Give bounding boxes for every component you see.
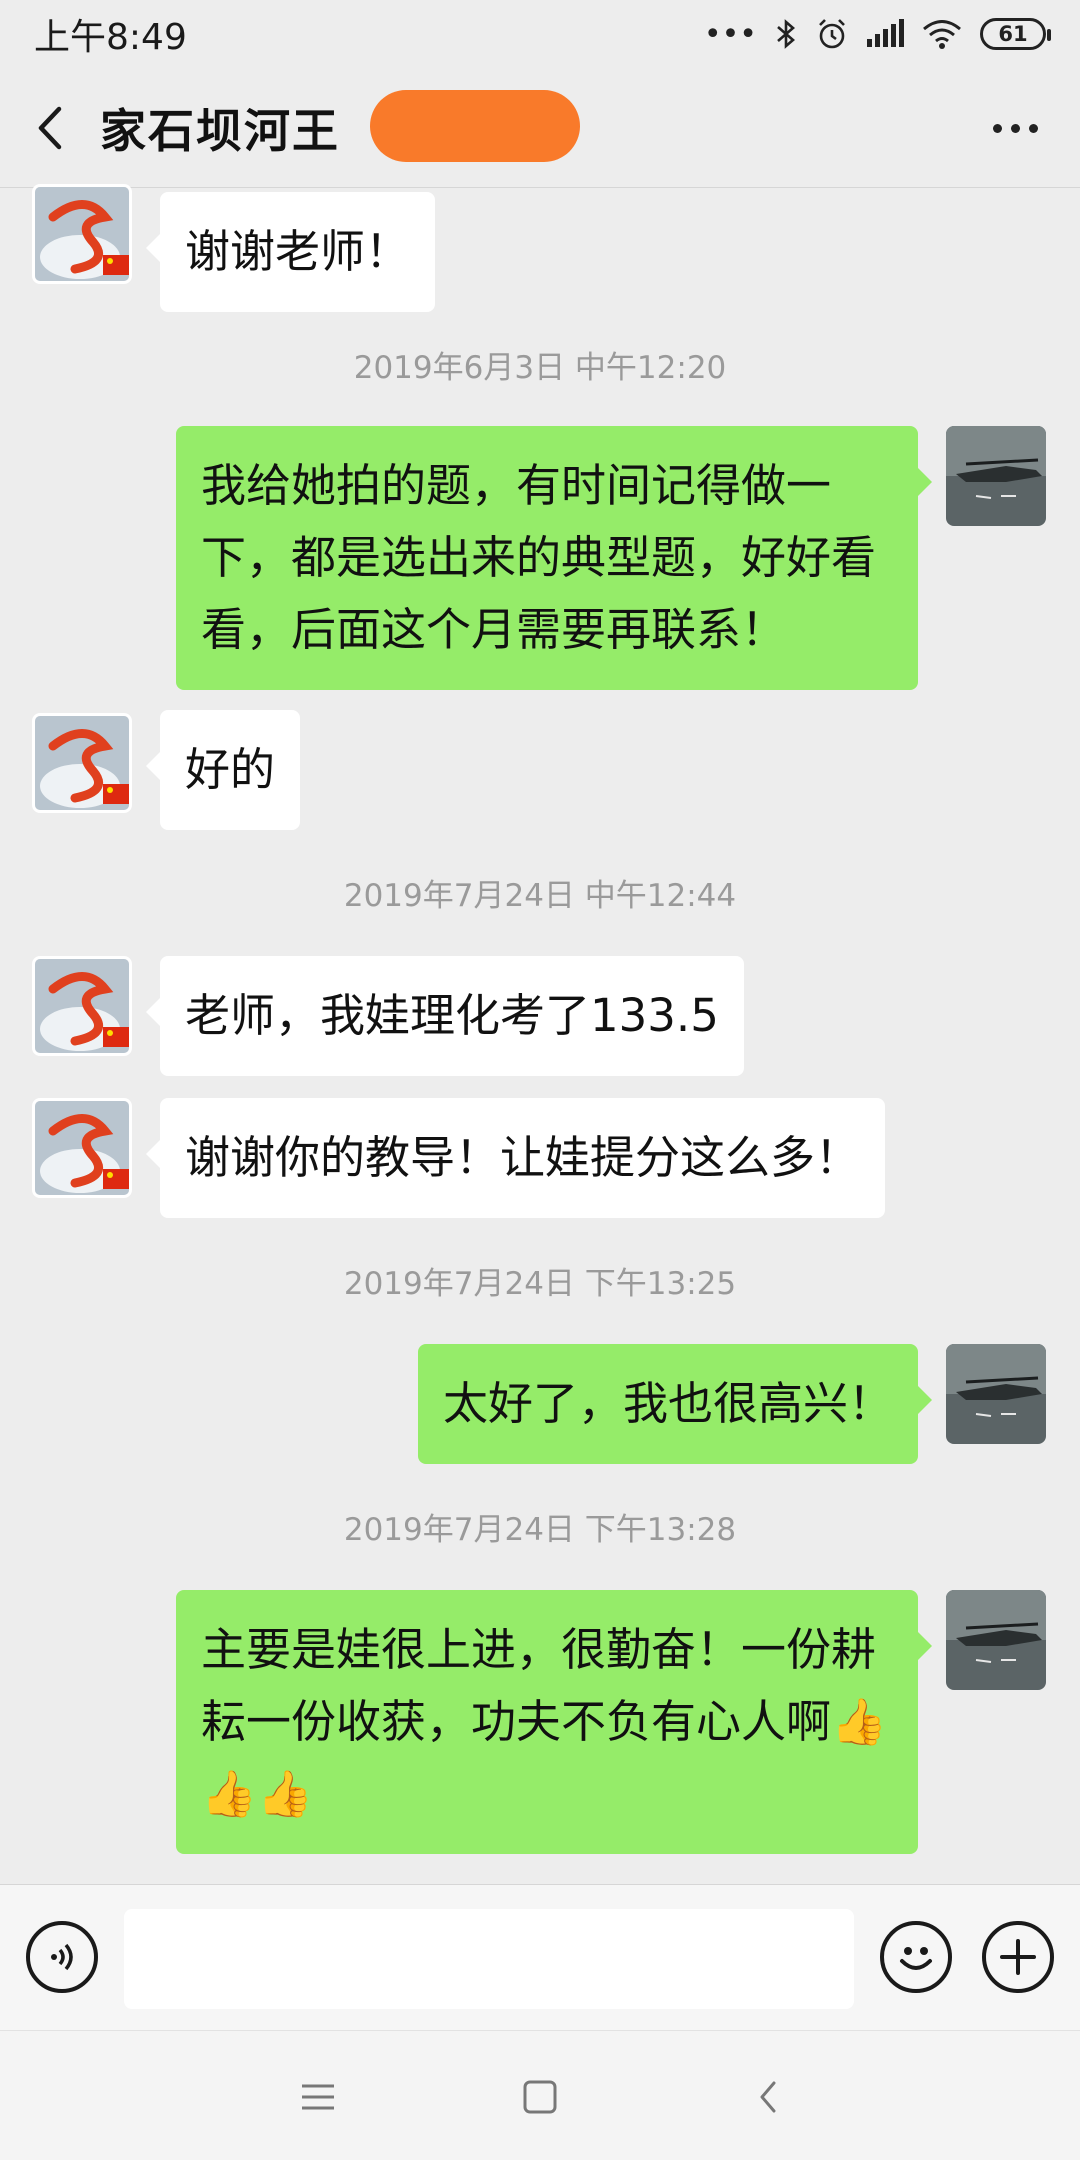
signal-icon xyxy=(867,19,904,47)
message-bubble-received[interactable]: 好的 xyxy=(145,710,301,830)
message-list[interactable]: 谢谢老师！ 2019年6月3日 中午12:20 我给她拍的题，有时间记得做一下，… xyxy=(0,184,1080,1888)
message-bubble-received[interactable]: 老师，我娃理化考了133.5 xyxy=(146,956,744,1076)
status-time: 上午8:49 xyxy=(34,17,187,58)
emoji-icon[interactable] xyxy=(880,1921,952,1993)
contact-avatar[interactable] xyxy=(32,1098,132,1198)
system-navigation-bar xyxy=(0,2030,1080,2160)
message-timestamp: 2019年7月24日 下午13:28 xyxy=(343,1512,737,1548)
voice-icon[interactable] xyxy=(26,1921,98,1993)
message-bubble-sent[interactable]: 我给她拍的题，有时间记得做一下，都是选出来的典型题，好好看看，后面这个月需要再联… xyxy=(176,426,932,690)
battery-indicator: 61 xyxy=(980,18,1051,50)
input-bar xyxy=(0,1884,1080,2030)
status-bar: 上午8:49 ••• 61 xyxy=(0,0,1080,68)
bluetooth-icon xyxy=(777,19,795,49)
message-timestamp: 2019年6月3日 中午12:20 xyxy=(353,350,727,386)
ellipsis-icon[interactable] xyxy=(993,68,1038,188)
message-bubble-received[interactable]: 谢谢老师！ xyxy=(145,192,436,312)
home-icon[interactable] xyxy=(510,2067,570,2127)
menu-icon[interactable] xyxy=(288,2067,348,2127)
my-avatar[interactable] xyxy=(946,426,1046,526)
back-triangle-icon[interactable] xyxy=(738,2067,798,2127)
message-input[interactable] xyxy=(124,1909,854,2009)
plus-icon[interactable] xyxy=(982,1921,1054,1993)
message-timestamp: 2019年7月24日 下午13:25 xyxy=(343,1266,737,1302)
contact-avatar[interactable] xyxy=(32,713,132,813)
my-avatar[interactable] xyxy=(946,1590,1046,1690)
chat-header: 家石坝河王 xyxy=(0,68,1080,188)
redaction-mark xyxy=(370,90,580,162)
status-icons: ••• 61 xyxy=(703,16,1051,52)
alarm-icon xyxy=(819,19,845,49)
my-avatar[interactable] xyxy=(946,1344,1046,1444)
contact-avatar[interactable] xyxy=(32,956,132,1056)
message-timestamp: 2019年7月24日 中午12:44 xyxy=(343,878,737,914)
chat-title: 家石坝河王 xyxy=(100,103,340,158)
notification-dots: ••• xyxy=(703,16,757,52)
message-bubble-sent[interactable]: 主要是娃很上进，很勤奋！一份耕耘一份收获，功夫不负有心人啊👍👍👍 xyxy=(176,1590,932,1854)
message-bubble-sent[interactable]: 太好了，我也很高兴！ xyxy=(417,1344,933,1464)
contact-avatar[interactable] xyxy=(32,184,132,284)
message-bubble-received[interactable]: 谢谢你的教导！让娃提分这么多！ xyxy=(145,1098,886,1218)
wifi-icon xyxy=(923,20,961,49)
chevron-left-icon[interactable] xyxy=(0,68,100,188)
